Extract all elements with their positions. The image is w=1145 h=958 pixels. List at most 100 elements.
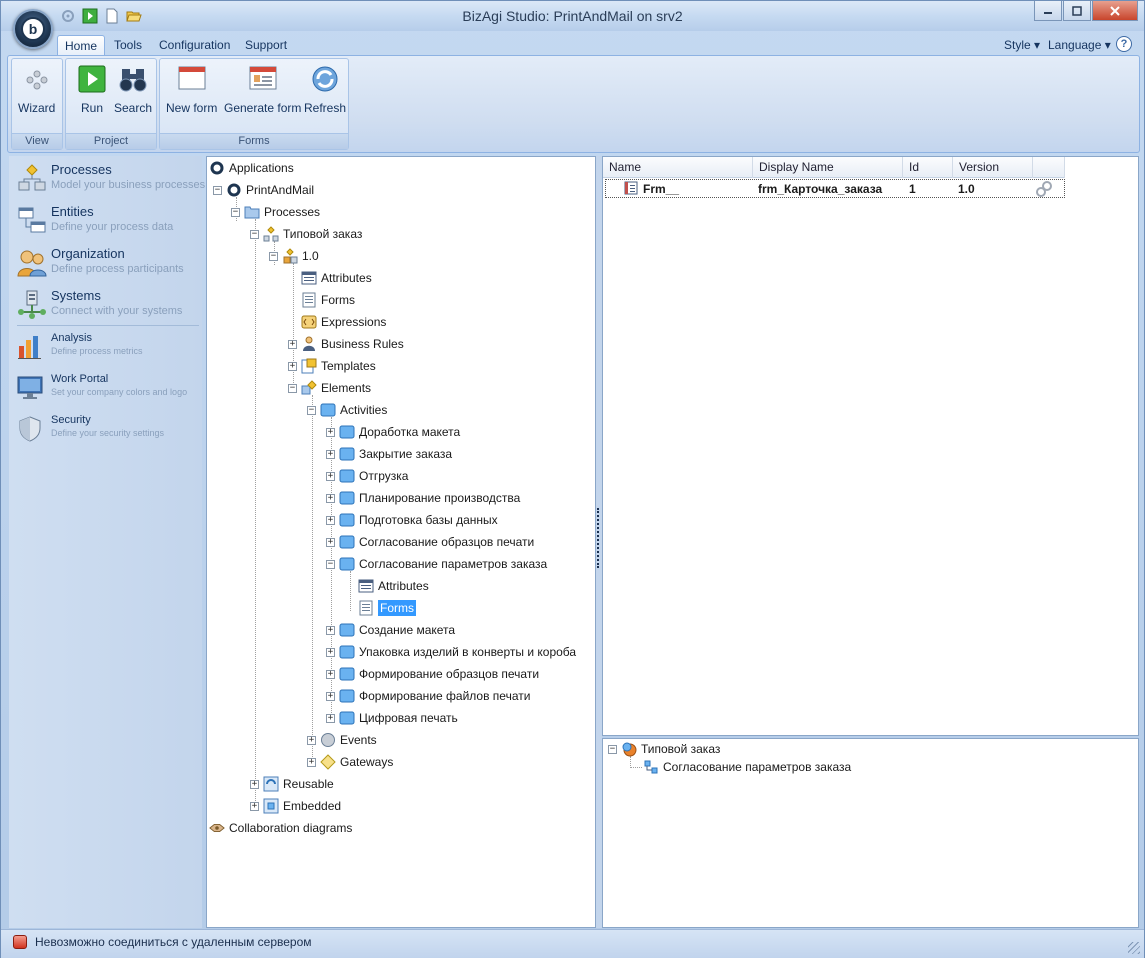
cell-id: 1 xyxy=(909,182,916,196)
collapse-icon[interactable]: − xyxy=(269,251,278,261)
expand-icon[interactable]: + xyxy=(250,779,259,789)
tree-node-activity[interactable]: + Упаковка изделий в конверты и короба xyxy=(326,643,576,661)
resize-grip-icon[interactable] xyxy=(1128,942,1140,954)
collapse-icon[interactable]: − xyxy=(326,559,335,569)
tab-home[interactable]: Home xyxy=(57,35,106,56)
refresh-button[interactable]: Refresh xyxy=(304,63,346,115)
form-icon xyxy=(624,181,638,198)
tree-node-events[interactable]: + Events xyxy=(307,731,377,749)
collapse-icon[interactable]: − xyxy=(213,185,222,195)
tree-node-processes[interactable]: − Processes xyxy=(231,203,320,221)
tree-node-activity-attributes[interactable]: Attributes xyxy=(358,577,429,595)
tree-node-elements[interactable]: − Elements xyxy=(288,379,371,397)
expand-icon[interactable]: + xyxy=(326,515,335,525)
tree-node-expressions[interactable]: Expressions xyxy=(301,313,386,331)
tree-node-activity[interactable]: + Закрытие заказа xyxy=(326,445,452,463)
collapse-icon[interactable]: − xyxy=(250,229,259,239)
expand-icon[interactable]: + xyxy=(326,669,335,679)
process-icon xyxy=(621,741,637,757)
tree-node-version[interactable]: − 1.0 xyxy=(269,247,319,265)
tree-node-activity[interactable]: + Подготовка базы данных xyxy=(326,511,498,529)
tree-node-activity[interactable]: + Согласование образцов печати xyxy=(326,533,534,551)
column-header-id[interactable]: Id xyxy=(903,157,953,178)
column-header-display-name[interactable]: Display Name xyxy=(753,157,903,178)
tree-node-gateways[interactable]: + Gateways xyxy=(307,753,393,771)
expand-icon[interactable]: + xyxy=(326,691,335,701)
tree-node-activity[interactable]: − Согласование параметров заказа xyxy=(326,555,547,573)
tree-node-activity[interactable]: + Отгрузка xyxy=(326,467,408,485)
nav-item-organization[interactable]: Organization Define process participants xyxy=(17,246,202,282)
expand-icon[interactable]: + xyxy=(307,735,316,745)
run-button[interactable]: Run xyxy=(76,63,108,115)
tree-node-process[interactable]: − Типовой заказ xyxy=(250,225,362,243)
tree-node-activity[interactable]: + Доработка макета xyxy=(326,423,460,441)
maximize-icon[interactable] xyxy=(1063,1,1091,21)
expand-icon[interactable]: + xyxy=(250,801,259,811)
column-header-name[interactable]: Name xyxy=(603,157,753,178)
tree-node-business-rules[interactable]: + Business Rules xyxy=(288,335,404,353)
nav-subtitle: Define your process data xyxy=(51,221,174,233)
tree-node-activity[interactable]: + Формирование файлов печати xyxy=(326,687,530,705)
nav-item-systems[interactable]: Systems Connect with your systems xyxy=(17,288,202,324)
app-menu-button[interactable]: b xyxy=(13,9,53,49)
tree-node-attributes[interactable]: Attributes xyxy=(301,269,372,287)
column-header-version[interactable]: Version xyxy=(953,157,1033,178)
search-button[interactable]: Search xyxy=(114,63,152,115)
new-form-button[interactable]: New form xyxy=(166,63,217,115)
tab-configuration[interactable]: Configuration xyxy=(152,35,237,56)
status-bar: Невозможно соединиться с удаленным серве… xyxy=(1,929,1144,958)
form-icon xyxy=(301,292,317,308)
collapse-icon[interactable]: − xyxy=(608,744,617,754)
collapse-icon[interactable]: − xyxy=(307,405,316,415)
nav-item-security[interactable]: Security Define your security settings xyxy=(17,414,202,448)
expand-icon[interactable]: + xyxy=(326,537,335,547)
tree-node-forms[interactable]: Forms xyxy=(301,291,355,309)
tree-node-activities[interactable]: − Activities xyxy=(307,401,387,419)
expand-icon[interactable]: + xyxy=(326,713,335,723)
tree-node-activity[interactable]: + Планирование производства xyxy=(326,489,520,507)
expand-icon[interactable]: + xyxy=(326,647,335,657)
tree-node-activity[interactable]: + Создание макета xyxy=(326,621,455,639)
collapse-icon[interactable]: − xyxy=(231,207,240,217)
tree-node-activity-forms[interactable]: Forms xyxy=(358,599,416,617)
tree-node-embedded[interactable]: + Embedded xyxy=(250,797,341,815)
tree-node-activity[interactable]: + Цифровая печать xyxy=(326,709,458,727)
close-icon[interactable] xyxy=(1092,1,1138,21)
tab-support[interactable]: Support xyxy=(238,35,294,56)
generate-form-button[interactable]: Generate form xyxy=(224,63,301,115)
usage-child-node[interactable]: Согласование параметров заказа xyxy=(643,758,851,776)
link-icon[interactable] xyxy=(1036,181,1052,200)
nav-item-work-portal[interactable]: Work Portal Set your company colors and … xyxy=(17,373,202,407)
tree-node-activity[interactable]: + Формирование образцов печати xyxy=(326,665,539,683)
expand-icon[interactable]: + xyxy=(326,493,335,503)
expand-icon[interactable]: + xyxy=(288,361,297,371)
language-menu[interactable]: Language ▾ xyxy=(1048,38,1111,52)
ribbon-group-project: Run Search Project xyxy=(65,58,157,150)
usage-root-node[interactable]: − Типовой заказ xyxy=(608,740,720,758)
expand-icon[interactable]: + xyxy=(326,625,335,635)
nav-item-processes[interactable]: Processes Model your business processes xyxy=(17,162,205,198)
expand-icon[interactable]: + xyxy=(307,757,316,767)
tree-node-label: Attributes xyxy=(378,579,429,593)
table-row[interactable]: Frm__ frm_Карточка_заказа 1 1.0 xyxy=(605,179,1065,198)
style-menu[interactable]: Style ▾ xyxy=(1004,38,1040,52)
wizard-button[interactable]: Wizard xyxy=(18,63,55,115)
expand-icon[interactable]: + xyxy=(326,427,335,437)
help-icon[interactable]: ? xyxy=(1116,36,1132,52)
tab-tools[interactable]: Tools xyxy=(107,35,149,56)
tree-node-reusable[interactable]: + Reusable xyxy=(250,775,334,793)
splitter-grip[interactable] xyxy=(597,508,601,568)
expand-icon[interactable]: + xyxy=(326,471,335,481)
collapse-icon[interactable]: − xyxy=(288,383,297,393)
expand-icon[interactable]: + xyxy=(326,449,335,459)
new-form-icon xyxy=(176,63,208,95)
nav-item-analysis[interactable]: Analysis Define process metrics xyxy=(17,332,202,366)
tree-node-printandmail[interactable]: − PrintAndMail xyxy=(213,181,314,199)
refresh-label: Refresh xyxy=(304,101,347,115)
nav-item-entities[interactable]: Entities Define your process data xyxy=(17,204,202,240)
tree-node-templates[interactable]: + Templates xyxy=(288,357,376,375)
minimize-icon[interactable] xyxy=(1034,1,1062,21)
tree-node-collaboration[interactable]: Collaboration diagrams xyxy=(209,819,352,837)
tree-node-applications[interactable]: Applications xyxy=(209,159,294,177)
expand-icon[interactable]: + xyxy=(288,339,297,349)
